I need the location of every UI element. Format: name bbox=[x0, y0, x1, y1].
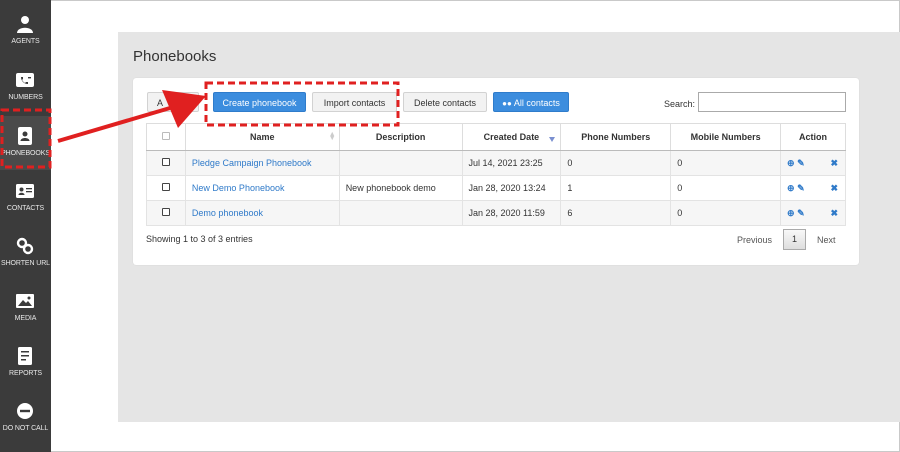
phonebook-icon bbox=[18, 127, 32, 145]
previous-page-button[interactable]: Previous bbox=[737, 235, 772, 245]
sidebar-item-shorten-url[interactable]: SHORTEN URL bbox=[0, 226, 51, 280]
next-page-button[interactable]: Next bbox=[817, 235, 836, 245]
all-contacts-label: All contacts bbox=[513, 98, 560, 108]
import-contacts-button[interactable]: Import contacts bbox=[312, 92, 397, 112]
row-created-date: Jan 28, 2020 11:59 bbox=[461, 200, 562, 226]
minus-circle-icon bbox=[17, 403, 33, 419]
sidebar-item-do-not-call[interactable]: DO NOT CALL bbox=[0, 391, 51, 445]
add-circle-icon[interactable]: ⊕ bbox=[787, 208, 795, 219]
add-circle-icon[interactable]: ⊕ bbox=[787, 183, 795, 194]
sidebar-item-label: PHONEBOOKS bbox=[1, 150, 50, 157]
phone-card-icon bbox=[16, 73, 34, 87]
edit-icon[interactable]: ✎ bbox=[797, 158, 805, 169]
delete-icon[interactable]: ✖ bbox=[830, 183, 838, 194]
page-title: Phonebooks bbox=[133, 48, 217, 65]
column-header-created-date[interactable]: Created Date bbox=[461, 123, 562, 151]
row-created-date: Jul 14, 2021 23:25 bbox=[461, 150, 562, 176]
row-description bbox=[338, 150, 463, 176]
sidebar-item-media[interactable]: MEDIA bbox=[0, 281, 51, 335]
table-row: Demo phonebook Jan 28, 2020 11:59 6 0 ⊕ … bbox=[146, 200, 846, 226]
users-icon: ●● bbox=[502, 99, 512, 108]
table-header-row: Name ▲ ▼ Description Created Date Phone Nu… bbox=[146, 123, 846, 151]
current-page-button[interactable]: 1 bbox=[783, 229, 806, 250]
add-circle-icon[interactable]: ⊕ bbox=[787, 158, 795, 169]
row-checkbox[interactable] bbox=[161, 208, 170, 216]
column-header-name[interactable]: Name ▲ ▼ bbox=[184, 123, 340, 151]
sidebar: AGENTS NUMBERS PHONEBOOKS CONTACTS SHORT… bbox=[0, 0, 51, 452]
row-checkbox[interactable] bbox=[161, 183, 170, 191]
delete-icon[interactable]: ✖ bbox=[830, 158, 838, 169]
row-mobile-numbers: 0 bbox=[670, 175, 782, 201]
phonebook-link[interactable]: Demo phonebook bbox=[192, 208, 263, 218]
report-icon bbox=[18, 347, 32, 365]
column-header-action: Action bbox=[780, 123, 846, 151]
search-label: Search: bbox=[664, 99, 696, 109]
search-input[interactable] bbox=[698, 92, 846, 112]
all-contacts-button[interactable]: ●● All contacts bbox=[493, 92, 569, 112]
sidebar-item-contacts[interactable]: CONTACTS bbox=[0, 171, 51, 225]
sort-icon: ▲ ▼ bbox=[328, 131, 336, 142]
row-description: New phonebook demo bbox=[338, 175, 463, 201]
row-created-date: Jan 28, 2020 13:24 bbox=[461, 175, 562, 201]
select-all-checkbox[interactable] bbox=[161, 132, 170, 140]
edit-icon[interactable]: ✎ bbox=[797, 208, 805, 219]
column-header-description[interactable]: Description bbox=[338, 123, 463, 151]
row-mobile-numbers: 0 bbox=[670, 150, 782, 176]
row-checkbox[interactable] bbox=[161, 158, 170, 166]
table-info: Showing 1 to 3 of 3 entries bbox=[146, 234, 253, 244]
row-phone-numbers: 6 bbox=[560, 200, 672, 226]
row-phone-numbers: 1 bbox=[560, 175, 672, 201]
sidebar-item-reports[interactable]: REPORTS bbox=[0, 336, 51, 390]
sidebar-item-label: CONTACTS bbox=[6, 205, 45, 212]
delete-icon[interactable]: ✖ bbox=[830, 208, 838, 219]
partial-button[interactable]: A bbox=[147, 92, 199, 112]
create-phonebook-button[interactable]: Create phonebook bbox=[213, 92, 306, 112]
sort-desc-icon bbox=[549, 137, 556, 142]
table-row: New Demo Phonebook New phonebook demo Ja… bbox=[146, 175, 846, 201]
sidebar-item-label: MEDIA bbox=[14, 315, 37, 322]
column-header-mobile-numbers[interactable]: Mobile Numbers bbox=[670, 123, 782, 151]
table-row: Pledge Campaign Phonebook Jul 14, 2021 2… bbox=[146, 150, 846, 176]
sidebar-item-label: DO NOT CALL bbox=[2, 425, 49, 432]
phonebooks-table: Name ▲ ▼ Description Created Date Phone Nu… bbox=[146, 123, 846, 226]
sidebar-item-phonebooks[interactable]: PHONEBOOKS bbox=[0, 116, 51, 170]
select-all-header[interactable] bbox=[146, 123, 186, 151]
sidebar-item-numbers[interactable]: NUMBERS bbox=[0, 60, 51, 114]
sidebar-item-agents[interactable]: AGENTS bbox=[0, 4, 51, 58]
row-phone-numbers: 0 bbox=[560, 150, 672, 176]
sidebar-item-label: REPORTS bbox=[8, 370, 42, 377]
contact-card-icon bbox=[16, 184, 34, 198]
delete-contacts-button[interactable]: Delete contacts bbox=[403, 92, 487, 112]
sidebar-item-label: NUMBERS bbox=[8, 94, 43, 101]
image-icon bbox=[16, 294, 34, 308]
edit-icon[interactable]: ✎ bbox=[797, 183, 805, 194]
row-description bbox=[338, 200, 463, 226]
sidebar-item-label: SHORTEN URL bbox=[1, 260, 50, 267]
phonebook-link[interactable]: Pledge Campaign Phonebook bbox=[192, 158, 312, 168]
link-icon bbox=[16, 237, 34, 255]
column-header-phone-numbers[interactable]: Phone Numbers bbox=[560, 123, 672, 151]
sidebar-item-label: AGENTS bbox=[11, 38, 40, 45]
agent-icon bbox=[17, 16, 33, 33]
row-mobile-numbers: 0 bbox=[670, 200, 782, 226]
phonebook-link[interactable]: New Demo Phonebook bbox=[192, 183, 285, 193]
